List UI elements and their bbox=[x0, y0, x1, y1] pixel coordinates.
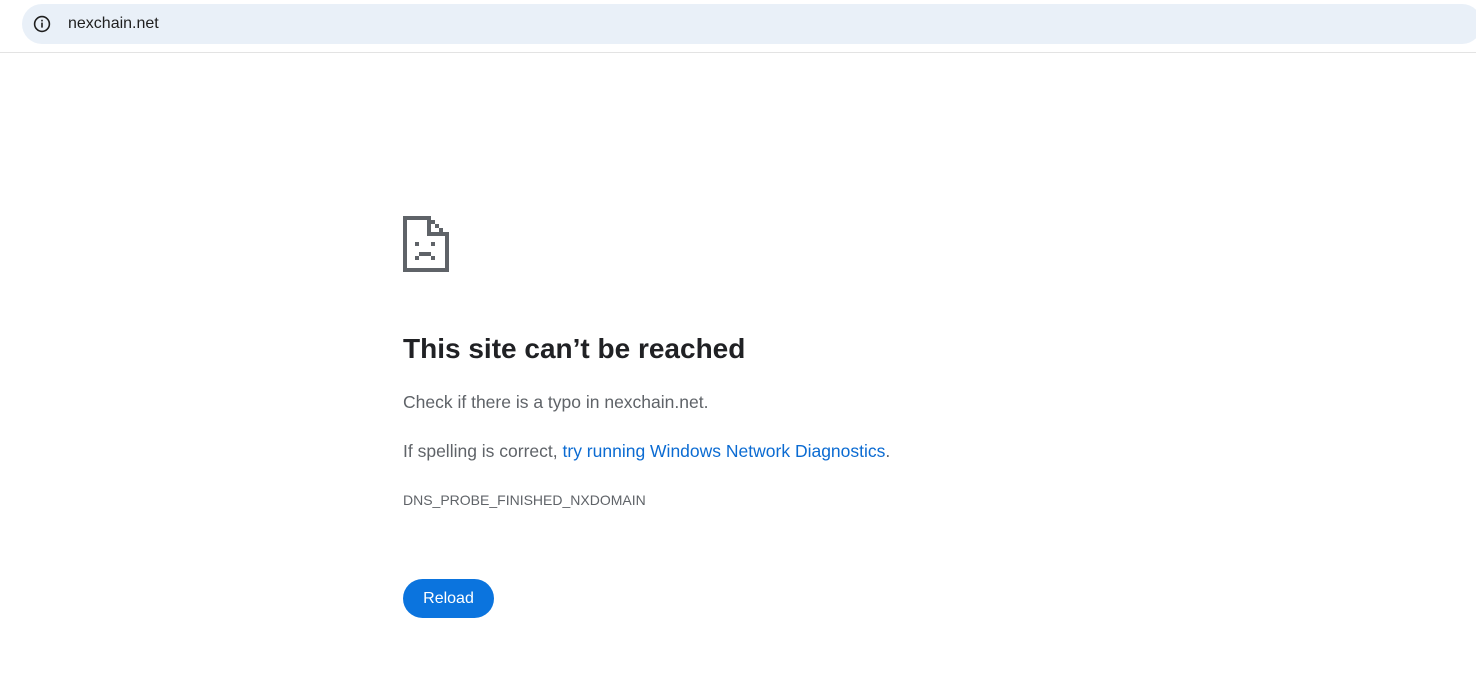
browser-toolbar: nexchain.net bbox=[0, 0, 1476, 53]
diagnostics-hint: If spelling is correct, try running Wind… bbox=[403, 440, 890, 462]
address-bar[interactable]: nexchain.net bbox=[22, 4, 1476, 44]
error-code: DNS_PROBE_FINISHED_NXDOMAIN bbox=[403, 492, 646, 508]
diagnostics-hint-suffix: . bbox=[885, 441, 891, 461]
url-text[interactable]: nexchain.net bbox=[68, 15, 159, 33]
network-diagnostics-link[interactable]: try running Windows Network Diagnostics bbox=[563, 441, 886, 461]
page-title: This site can’t be reached bbox=[403, 333, 746, 364]
diagnostics-hint-prefix: If spelling is correct, bbox=[403, 441, 563, 461]
reload-button[interactable]: Reload bbox=[403, 579, 494, 618]
sad-page-icon bbox=[403, 216, 449, 272]
info-circle-icon[interactable] bbox=[32, 14, 52, 34]
typo-hint-text: Check if there is a typo in nexchain.net… bbox=[403, 392, 709, 412]
